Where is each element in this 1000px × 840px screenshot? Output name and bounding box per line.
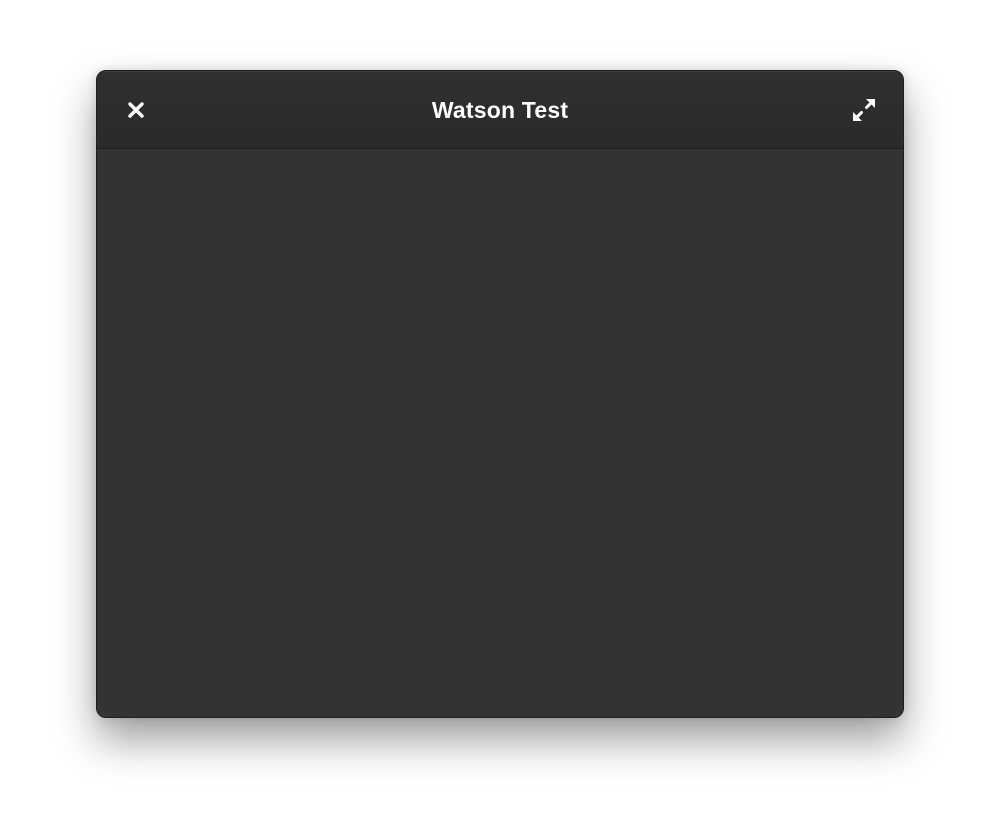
expand-button[interactable]: [845, 91, 883, 129]
window-content: [97, 149, 903, 717]
expand-icon: [851, 97, 877, 123]
app-window: Watson Test: [96, 70, 904, 718]
title-bar: Watson Test: [97, 71, 903, 149]
close-icon: [127, 101, 145, 119]
window-title: Watson Test: [431, 97, 569, 123]
close-button[interactable]: [117, 91, 155, 129]
